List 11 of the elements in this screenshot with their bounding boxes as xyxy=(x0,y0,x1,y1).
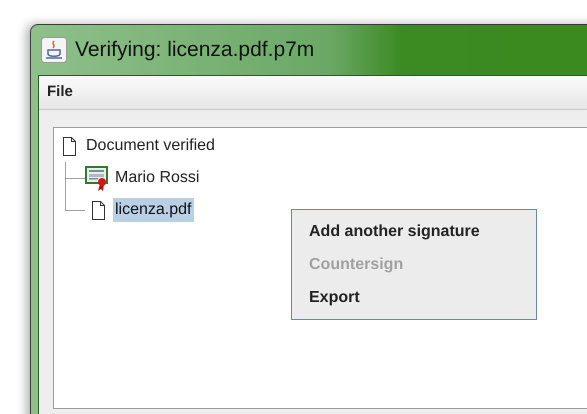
tree-item[interactable]: licenza.pdf xyxy=(113,198,194,222)
menu-entry[interactable]: Export xyxy=(309,281,519,314)
document-icon xyxy=(92,200,104,220)
java-cup-icon xyxy=(41,37,67,63)
window-title: Verifying: licenza.pdf.p7m xyxy=(75,37,314,64)
certificate-icon xyxy=(85,165,111,191)
menu-item[interactable]: File xyxy=(47,81,73,104)
document-icon xyxy=(62,136,76,156)
tree-item[interactable]: Document verified xyxy=(84,134,217,158)
menu-entry[interactable]: Add another signature xyxy=(309,215,519,248)
tree-item[interactable]: Mario Rossi xyxy=(113,166,202,190)
